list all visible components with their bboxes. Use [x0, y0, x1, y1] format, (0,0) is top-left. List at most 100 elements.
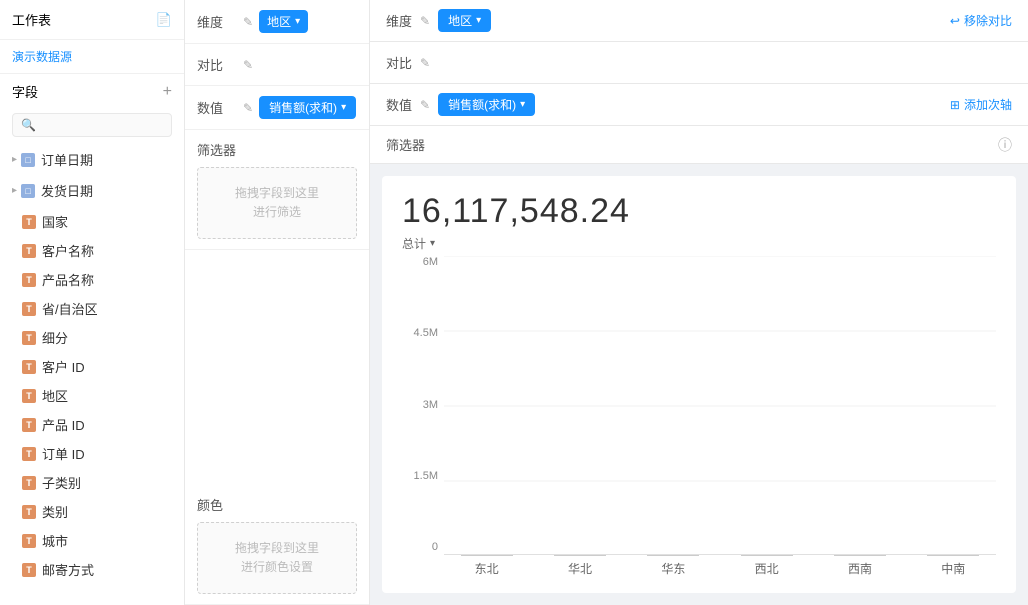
bars-section: 东北 华北 华东 西北 西南 中南: [444, 256, 996, 577]
type-T-icon: T: [22, 273, 36, 287]
type-T-icon: T: [22, 534, 36, 548]
compare-edit-icon2[interactable]: ✎: [420, 56, 430, 70]
field-group-order-date: ▸ □ 订单日期: [0, 145, 184, 174]
field-item-region[interactable]: T 地区: [0, 381, 184, 410]
subtitle-arrow-icon: ▾: [430, 238, 435, 249]
compare-label2: 对比: [386, 53, 412, 72]
x-label-huadong: 华东: [631, 560, 716, 577]
y-label-3m: 3M: [423, 399, 438, 411]
arrow-down-icon: ▾: [476, 15, 481, 26]
dimension-bar: 维度 ✎ 地区 ▾ ↩ 移除对比: [370, 0, 1028, 42]
bar-group-xinan: [817, 555, 902, 556]
remove-compare-btn[interactable]: ↩ 移除对比: [950, 12, 1012, 29]
y-axis: 6M 4.5M 3M 1.5M 0: [402, 256, 444, 577]
compare-label: 对比: [197, 55, 237, 74]
field-item-province[interactable]: T 省/自治区: [0, 294, 184, 323]
field-item-customer-id[interactable]: T 客户 ID: [0, 352, 184, 381]
type-T-icon: T: [22, 505, 36, 519]
filter-label: 筛选器: [197, 140, 357, 159]
bar-group-dongbei: [444, 555, 529, 556]
bars-container: [444, 256, 996, 556]
y-label-1-5m: 1.5M: [414, 470, 438, 482]
info-icon[interactable]: ⓘ: [998, 135, 1012, 155]
dim-label: 维度: [386, 11, 412, 30]
value-tag[interactable]: 销售额(求和) ▾: [259, 96, 356, 119]
arrow-icon: ▸: [12, 185, 17, 196]
dimension-tag[interactable]: 地区 ▾: [259, 10, 308, 33]
field-item-order-id[interactable]: T 订单 ID: [0, 439, 184, 468]
date-icon: □: [21, 184, 35, 198]
y-label-6m: 6M: [423, 256, 438, 268]
chart-subtitle[interactable]: 总计 ▾: [402, 235, 996, 252]
field-group-ship-date-header[interactable]: ▸ □ 发货日期: [0, 176, 184, 205]
x-label-zhongnan: 中南: [911, 560, 996, 577]
search-input[interactable]: [40, 118, 163, 132]
value-edit-icon[interactable]: ✎: [243, 101, 253, 115]
bar-group-xibei: [724, 555, 809, 556]
field-list: ▸ □ 订单日期 ▸ □ 发货日期 T 国家 T 客户名称: [0, 145, 184, 605]
sidebar-title: 工作表: [12, 10, 51, 29]
search-box: 🔍: [12, 113, 172, 137]
chart-wrapper: 6M 4.5M 3M 1.5M 0: [402, 256, 996, 577]
arrow-down-icon: ▾: [341, 102, 346, 113]
dim-edit-icon[interactable]: ✎: [420, 14, 430, 28]
compare-row-inner: 对比 ✎: [386, 53, 430, 72]
filter-section: 筛选器 拖拽字段到这里 进行筛选: [185, 130, 369, 250]
filter-bar: 筛选器 ⓘ: [370, 126, 1028, 164]
color-drop-zone: 拖拽字段到这里 进行颜色设置: [197, 522, 357, 594]
grid-lines: [444, 256, 996, 556]
compare-bar: 对比 ✎: [370, 42, 1028, 84]
search-icon: 🔍: [21, 118, 36, 132]
color-label: 颜色: [197, 495, 357, 514]
add-field-icon[interactable]: +: [163, 83, 172, 101]
arrow-down-icon: ▾: [520, 99, 525, 110]
val-tag2[interactable]: 销售额(求和) ▾: [438, 93, 535, 116]
chart-area: 16,117,548.24 总计 ▾ 6M 4.5M 3M 1.5M 0: [382, 176, 1016, 593]
chart-total: 16,117,548.24: [402, 192, 996, 231]
field-item-country[interactable]: T 国家: [0, 207, 184, 236]
sidebar-header: 工作表 📄: [0, 0, 184, 40]
field-item-ship-mode[interactable]: T 邮寄方式: [0, 555, 184, 584]
field-item-city[interactable]: T 城市: [0, 526, 184, 555]
dim-tag[interactable]: 地区 ▾: [438, 9, 491, 32]
y-label-4-5m: 4.5M: [414, 327, 438, 339]
type-T-icon: T: [22, 563, 36, 577]
y-label-0: 0: [432, 541, 438, 553]
value-bar: 数值 ✎ 销售额(求和) ▾ ⊞ 添加次轴: [370, 84, 1028, 126]
datasource-link[interactable]: 演示数据源: [0, 40, 184, 74]
field-item-category[interactable]: T 类别: [0, 497, 184, 526]
field-item-subcategory[interactable]: T 子类别: [0, 468, 184, 497]
val-edit-icon[interactable]: ✎: [420, 98, 430, 112]
value-row: 数值 ✎ 销售额(求和) ▾: [185, 86, 369, 130]
dimension-edit-icon[interactable]: ✎: [243, 15, 253, 29]
compare-row: 对比 ✎: [185, 44, 369, 86]
color-section: 颜色 拖拽字段到这里 进行颜色设置: [185, 485, 369, 605]
compare-edit-icon[interactable]: ✎: [243, 58, 253, 72]
fields-header: 字段 +: [0, 74, 184, 109]
bar-group-huabei: [537, 555, 622, 556]
arrow-down-icon: ▾: [295, 16, 300, 27]
field-item-product-name[interactable]: T 产品名称: [0, 265, 184, 294]
date-icon: □: [21, 153, 35, 167]
val-row: 数值 ✎ 销售额(求和) ▾: [386, 93, 535, 116]
remove-icon: ↩: [950, 14, 960, 28]
group-name: 发货日期: [41, 181, 93, 200]
field-item-segment[interactable]: T 细分: [0, 323, 184, 352]
x-axis-labels: 东北 华北 华东 西北 西南 中南: [444, 560, 996, 577]
type-T-icon: T: [22, 418, 36, 432]
add-axis-icon: ⊞: [950, 98, 960, 112]
filter-bar-label: 筛选器: [386, 135, 425, 154]
type-T-icon: T: [22, 447, 36, 461]
field-item-product-id[interactable]: T 产品 ID: [0, 410, 184, 439]
x-label-xibei: 西北: [724, 560, 809, 577]
file-icon: 📄: [156, 12, 172, 28]
fields-label: 字段: [12, 82, 38, 101]
field-group-order-date-header[interactable]: ▸ □ 订单日期: [0, 145, 184, 174]
sidebar: 工作表 📄 演示数据源 字段 + 🔍 ▸ □ 订单日期 ▸: [0, 0, 185, 605]
add-axis-btn[interactable]: ⊞ 添加次轴: [950, 96, 1012, 113]
config-panel: 维度 ✎ 地区 ▾ 对比 ✎ 数值 ✎ 销售额(求和) ▾ 筛选器: [185, 0, 370, 605]
type-T-icon: T: [22, 476, 36, 490]
type-T-icon: T: [22, 360, 36, 374]
dimension-label: 维度: [197, 12, 237, 31]
field-item-customer-name[interactable]: T 客户名称: [0, 236, 184, 265]
